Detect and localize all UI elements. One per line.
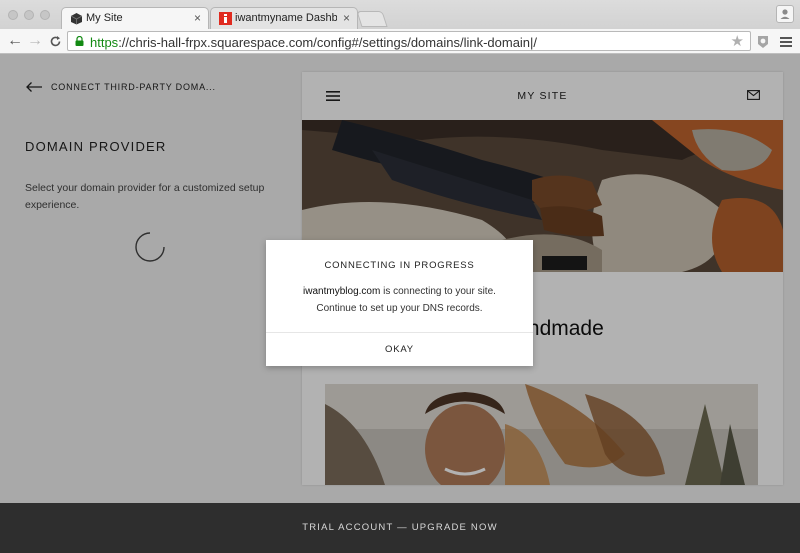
profile-button[interactable] xyxy=(776,5,794,23)
forward-icon[interactable]: → xyxy=(27,33,43,49)
tab-close-icon[interactable]: × xyxy=(343,11,350,25)
person-icon xyxy=(780,9,790,19)
url-scheme: https xyxy=(90,35,119,50)
tab-strip: My Site × iwantmyname Dashboard | × xyxy=(0,0,800,29)
url-rest: ://chris-hall-frpx.squarespace.com/confi… xyxy=(118,35,538,50)
dialog-title: CONNECTING IN PROGRESS xyxy=(324,260,475,271)
iwantmyname-favicon-icon xyxy=(219,12,232,25)
menu-icon[interactable] xyxy=(780,37,792,47)
window-minimize-button[interactable] xyxy=(24,10,34,20)
dialog-message-line2: Continue to set up your DNS records. xyxy=(316,303,483,314)
tab-label: iwantmyname Dashboard | xyxy=(235,12,337,24)
new-tab-button[interactable] xyxy=(356,11,388,27)
url-text: https://chris-hall-frpx.squarespace.com/… xyxy=(90,35,537,50)
window-close-button[interactable] xyxy=(8,10,18,20)
trial-banner[interactable]: TRIAL ACCOUNT — UPGRADE NOW xyxy=(0,503,800,553)
dialog-message-line1: is connecting to your site. xyxy=(380,286,496,297)
lock-icon xyxy=(75,36,84,46)
dialog-domain: iwantmyblog.com xyxy=(303,286,381,297)
tab-my-site[interactable]: My Site × xyxy=(61,7,209,29)
tab-close-icon[interactable]: × xyxy=(194,11,201,25)
extension-icon[interactable] xyxy=(756,34,770,49)
squarespace-favicon-icon xyxy=(70,13,83,25)
window-zoom-button[interactable] xyxy=(40,10,50,20)
okay-button[interactable]: OKAY xyxy=(266,333,533,366)
reload-icon[interactable] xyxy=(49,35,62,48)
tab-iwantmyname[interactable]: iwantmyname Dashboard | × xyxy=(210,7,358,29)
bookmark-star-icon[interactable]: ★ xyxy=(731,32,744,50)
dialog-message: iwantmyblog.com is connecting to your si… xyxy=(266,283,533,317)
address-bar[interactable]: https://chris-hall-frpx.squarespace.com/… xyxy=(67,31,751,51)
tab-label: My Site xyxy=(86,12,123,24)
browser-toolbar: ← → https://chris-hall-frpx.squarespace.… xyxy=(0,29,800,54)
back-icon[interactable]: ← xyxy=(7,33,23,49)
connecting-dialog: CONNECTING IN PROGRESS iwantmyblog.com i… xyxy=(266,240,533,366)
